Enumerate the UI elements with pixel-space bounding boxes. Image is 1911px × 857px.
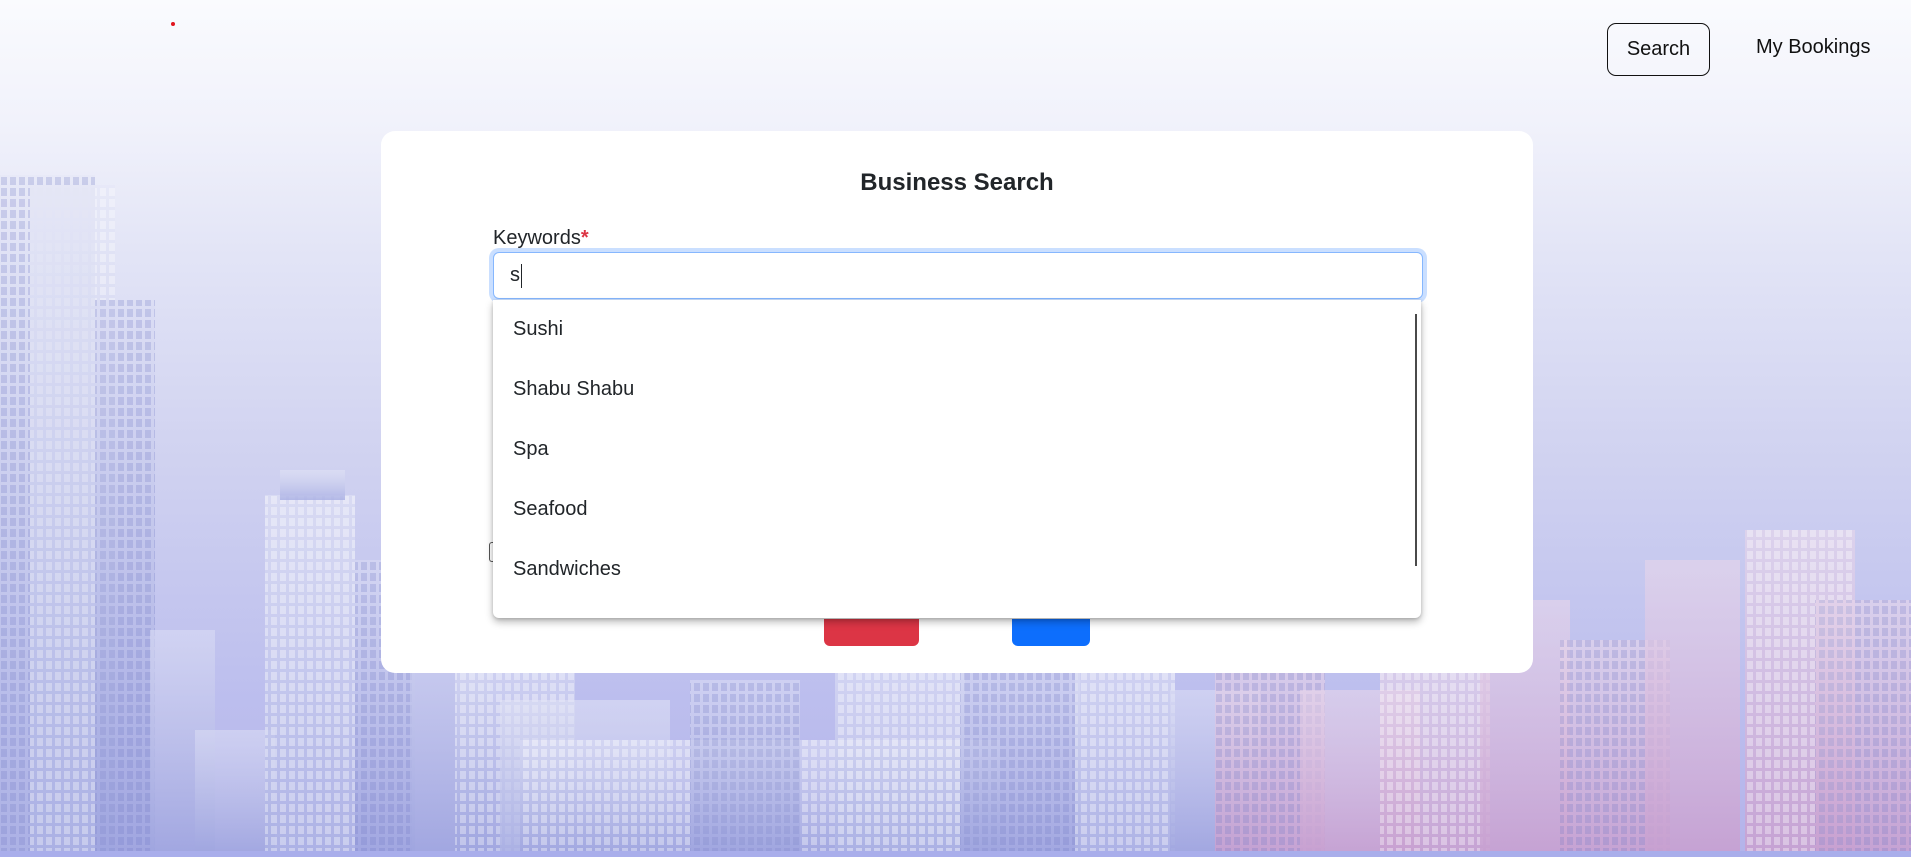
keywords-input-value: s [510,264,520,286]
bottom-strip [0,851,1911,857]
required-asterisk: * [580,227,589,249]
nav-search-button[interactable]: Search [1607,23,1710,76]
keywords-label-text: Keywords [493,227,581,249]
suggestion-item[interactable]: Spa [513,438,549,461]
suggestion-item[interactable]: Sushi [513,318,563,341]
keyword-suggestions-dropdown: Sushi Shabu Shabu Spa Seafood Sandwiches [493,300,1421,618]
keywords-label: Keywords* [493,227,589,250]
submit-button[interactable] [1012,619,1090,646]
suggestion-item[interactable]: Seafood [513,498,588,521]
brand-logo-dot [171,22,175,26]
suggestion-item[interactable]: Sandwiches [513,558,621,581]
dropdown-scrollbar[interactable] [1415,314,1417,566]
text-caret [521,263,522,288]
nav-my-bookings-link[interactable]: My Bookings [1756,36,1871,59]
suggestion-item[interactable]: Shabu Shabu [513,378,634,401]
page-title: Business Search [860,169,1054,196]
keywords-input[interactable]: s [493,252,1423,299]
clear-button[interactable] [824,619,919,646]
